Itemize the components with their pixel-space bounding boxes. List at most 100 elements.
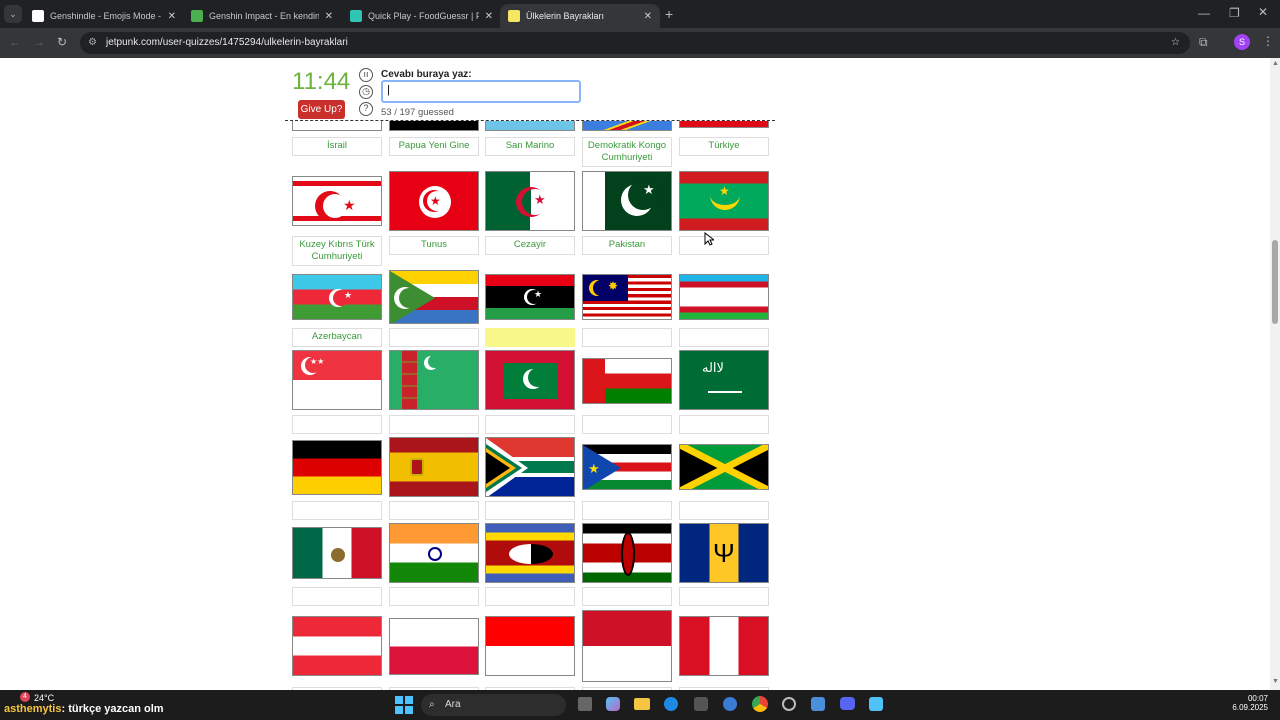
scroll-down-icon[interactable]: ▼ — [1272, 678, 1279, 685]
tab-close-icon[interactable]: ✕ — [485, 11, 493, 22]
task-view-icon[interactable] — [578, 697, 592, 711]
scrollbar-thumb[interactable] — [1272, 240, 1278, 324]
chat-overlay: asthemytis: türkçe yazcan olm — [4, 703, 164, 715]
discord-icon[interactable] — [840, 697, 855, 710]
flag-germany — [292, 440, 382, 495]
flag-answer-label: Papua Yeni Gine — [389, 137, 479, 156]
flag-maldives — [485, 350, 575, 410]
help-icon[interactable]: ? — [359, 102, 373, 116]
flag-answer-label — [679, 415, 769, 434]
file-explorer-icon[interactable] — [634, 698, 650, 710]
flag-eswatini — [485, 523, 575, 583]
page-content: İsrail Papua Yeni Gine San Marino Demokrati… — [0, 58, 1270, 690]
store-icon[interactable] — [694, 697, 708, 711]
steam-icon[interactable] — [782, 697, 796, 711]
tab-title: Genshindle - Emojis Mode - Gu — [50, 11, 162, 21]
site-info-icon[interactable]: ⚙ — [88, 32, 97, 54]
tab-title: Ülkelerin Bayrakları — [526, 11, 605, 21]
flag-answer-label — [679, 501, 769, 520]
svg-text:★: ★ — [588, 461, 600, 476]
flag-answer-label — [292, 501, 382, 520]
back-icon[interactable]: ← — [9, 35, 21, 49]
tab-favicon-icon — [191, 10, 203, 22]
new-tab-plus-icon[interactable]: + — [665, 6, 673, 22]
tab-title: Quick Play - FoodGuessr | Food — [368, 11, 479, 21]
flag-answer-label — [389, 587, 479, 606]
flag-drc — [582, 120, 672, 131]
tab-close-icon[interactable]: ✕ — [168, 11, 176, 22]
tab-3[interactable]: Quick Play - FoodGuessr | Food ✕ — [342, 4, 501, 28]
forward-icon[interactable]: → — [33, 35, 45, 49]
clock-icon[interactable]: ◷ — [359, 85, 373, 99]
flag-jamaica — [679, 444, 769, 490]
weather-temperature[interactable]: 24°C — [34, 693, 54, 703]
guessed-count: 53 / 197 guessed — [381, 107, 454, 118]
flag-comoros — [389, 270, 479, 324]
reload-icon[interactable]: ↻ — [57, 35, 67, 49]
tab-2[interactable]: Genshin Impact - En kendini fe ✕ — [183, 4, 341, 28]
pause-icon[interactable]: ıı — [359, 68, 373, 82]
menu-dots-icon[interactable]: ⋮ — [1262, 34, 1274, 48]
overlay-username: asthemytis — [4, 703, 62, 715]
flag-answer-label: İsrail — [292, 137, 382, 156]
url-text: jetpunk.com/user-quizzes/1475294/ulkeler… — [106, 37, 348, 48]
browser-toolbar: ← → ↻ ⚙ jetpunk.com/user-quizzes/1475294… — [0, 28, 1280, 58]
close-window-icon[interactable]: ✕ — [1258, 5, 1268, 19]
flag-india — [389, 523, 479, 583]
chrome-icon[interactable] — [752, 696, 768, 712]
flag-answer-label — [485, 587, 575, 606]
tab-4[interactable]: Ülkelerin Bayrakları ✕ — [500, 4, 660, 28]
windows-start-icon[interactable] — [395, 696, 413, 714]
tab-favicon-icon — [350, 10, 362, 22]
flag-malaysia: ✸ — [582, 274, 672, 320]
flag-southsudan: ★ — [582, 444, 672, 490]
address-bar[interactable]: ⚙ jetpunk.com/user-quizzes/1475294/ulkel… — [80, 32, 1190, 54]
taskbar-search[interactable]: ⌕ Ara — [421, 694, 566, 716]
settings-app-icon[interactable] — [811, 697, 825, 711]
flag-answer-label: Tunus — [389, 236, 479, 255]
app2-icon[interactable] — [869, 697, 883, 711]
flag-israel — [292, 120, 382, 131]
extensions-icon[interactable]: ⧉ — [1199, 35, 1208, 50]
flag-answer-label: Demokratik Kongo Cumhuriyeti — [582, 137, 672, 167]
tab-1[interactable]: Genshindle - Emojis Mode - Gu ✕ — [24, 4, 184, 28]
tab-search-icon[interactable]: ⌄ — [4, 5, 22, 23]
flag-answer-label: Cezayir — [485, 236, 575, 255]
tab-title: Genshin Impact - En kendini fe — [209, 11, 319, 21]
bookmark-star-icon[interactable]: ☆ — [1171, 32, 1180, 54]
tab-close-icon[interactable]: ✕ — [325, 11, 333, 22]
flag-uzbekistan — [679, 274, 769, 320]
tab-favicon-icon — [508, 10, 520, 22]
clock-date: 6.09.2025 — [1232, 703, 1268, 712]
give-up-button[interactable]: Give Up? — [298, 100, 345, 119]
flag-southafrica — [485, 437, 575, 497]
restore-icon[interactable]: ❐ — [1229, 6, 1240, 20]
flag-answer-label — [582, 501, 672, 520]
taskbar-search-label: Ara — [445, 699, 461, 710]
page-scrollbar[interactable]: ▲ ▼ — [1270, 58, 1280, 690]
flag-answer-label — [582, 587, 672, 606]
flag-answer-label: Pakistan — [582, 236, 672, 255]
tab-close-icon[interactable]: ✕ — [644, 11, 652, 22]
scroll-up-icon[interactable]: ▲ — [1272, 60, 1279, 67]
minimize-icon[interactable]: — — [1198, 6, 1210, 20]
answer-input[interactable]: | — [381, 80, 581, 103]
flag-libya: ★ — [485, 274, 575, 320]
flag-austria — [292, 616, 382, 676]
clock[interactable]: 00:07 6.09.2025 — [1230, 694, 1268, 712]
profile-avatar[interactable]: S — [1234, 34, 1250, 50]
flag-turkey — [679, 120, 769, 128]
flag-answer-label — [389, 415, 479, 434]
flag-oman — [582, 358, 672, 404]
copilot-icon[interactable] — [606, 697, 620, 711]
app-icon[interactable] — [723, 697, 737, 711]
weather-badge: 4 — [20, 692, 30, 702]
flag-answer-label — [679, 236, 769, 255]
flag-answer-label — [292, 587, 382, 606]
search-icon: ⌕ — [429, 699, 435, 710]
flag-answer-label: San Marino — [485, 137, 575, 156]
flag-indonesia — [485, 616, 575, 676]
edge-icon[interactable] — [664, 697, 678, 711]
flag-peru — [679, 616, 769, 676]
flag-mexico — [292, 527, 382, 579]
